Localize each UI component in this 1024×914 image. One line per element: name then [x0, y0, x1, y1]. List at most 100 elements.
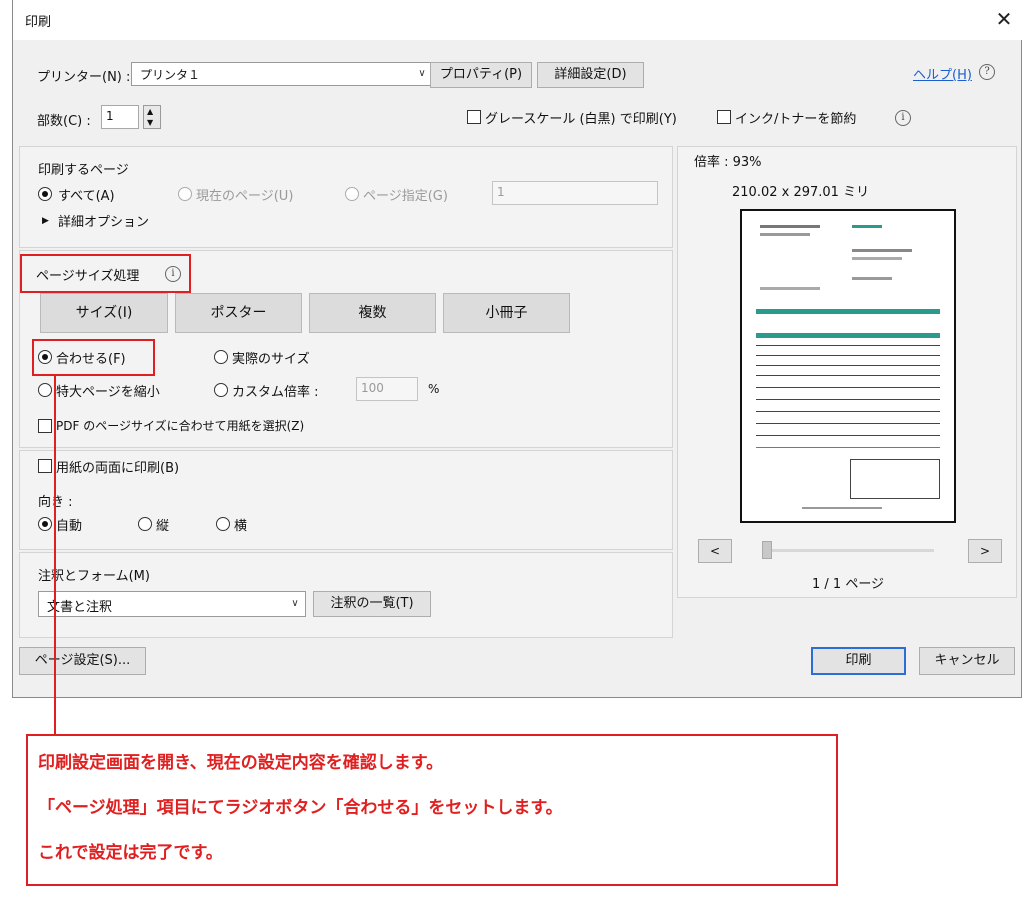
custom-scale-radio[interactable] — [214, 383, 228, 397]
page-slider-thumb[interactable] — [762, 541, 772, 559]
page-setup-button[interactable]: ページ設定(S)... — [19, 647, 146, 675]
tab-multiple[interactable]: 複数 — [309, 293, 436, 333]
preview-text-line — [760, 287, 820, 290]
shrink-radio[interactable] — [38, 383, 52, 397]
printer-select-value: プリンタ１ — [140, 68, 201, 82]
callout-line — [54, 376, 56, 736]
more-options-label[interactable]: 詳細オプション — [58, 211, 149, 230]
info-icon[interactable]: i — [895, 110, 911, 126]
printer-select[interactable]: プリンタ１ ∨ — [131, 62, 433, 86]
preview-row — [756, 345, 940, 346]
chevron-down-icon: ∨ — [291, 598, 299, 609]
custom-scale-input[interactable]: 100 — [356, 377, 418, 401]
cancel-button[interactable]: キャンセル — [919, 647, 1015, 675]
annotation-line-1: 印刷設定画面を開き、現在の設定内容を確認します。 — [38, 753, 444, 773]
tab-booklet[interactable]: 小冊子 — [443, 293, 570, 333]
pages-range-label: ページ指定(G) — [363, 189, 448, 204]
preview-row — [756, 411, 940, 412]
orientation-auto-label: 自動 — [56, 519, 83, 534]
print-dialog: 印刷 ✕ プリンター(N) : プリンタ１ ∨ プロパティ(P) 詳細設定(D)… — [12, 0, 1023, 698]
percent-label: % — [428, 382, 440, 396]
preview-panel: 倍率 : 93% 210.02 x 297.01 ミリ < > 1 / 1 ペー… — [677, 146, 1017, 598]
duplex-checkbox[interactable] — [38, 459, 52, 473]
stepper-down-icon[interactable]: ▼ — [147, 117, 153, 128]
comments-panel: 注釈とフォーム(M) 文書と注釈 ∨ 注釈の一覧(T) — [19, 552, 673, 638]
preview-address-line — [852, 257, 902, 260]
preview-row — [756, 435, 940, 436]
tab-poster[interactable]: ポスター — [175, 293, 302, 333]
pages-range-radio[interactable] — [345, 187, 359, 201]
custom-scale-label: カスタム倍率 : — [232, 385, 319, 400]
orientation-auto-radio[interactable] — [38, 517, 52, 531]
copies-label: 部数(C) : — [37, 114, 91, 129]
annotation-line-2: 「ページ処理」項目にてラジオボタン「合わせる」をセットします。 — [38, 798, 563, 818]
chevron-down-icon: ∨ — [418, 68, 426, 79]
preview-paper-size: 210.02 x 297.01 ミリ — [732, 185, 870, 200]
actual-size-label: 実際のサイズ — [232, 352, 310, 367]
annotation-line-3: これで設定は完了です。 — [38, 843, 223, 863]
preview-table-header — [756, 309, 940, 314]
next-page-button[interactable]: > — [968, 539, 1002, 563]
page-indicator: 1 / 1 ページ — [812, 577, 885, 592]
pdf-paper-checkbox[interactable] — [38, 419, 52, 433]
preview-row — [756, 399, 940, 400]
title-bar: 印刷 ✕ — [13, 0, 1023, 40]
pages-all-label: すべて(A) — [58, 189, 115, 204]
orientation-landscape-radio[interactable] — [216, 517, 230, 531]
preview-total-box — [850, 459, 940, 499]
printer-label: プリンター(N) : — [37, 70, 131, 85]
pages-current-radio[interactable] — [178, 187, 192, 201]
actual-size-radio[interactable] — [214, 350, 228, 364]
preview-row — [756, 375, 940, 376]
ink-save-label: インク/トナーを節約 — [735, 112, 857, 127]
shrink-label: 特大ページを縮小 — [56, 385, 160, 400]
pages-panel: 印刷するページ すべて(A) 現在のページ(U) ページ指定(G) 1 ▶ 詳細… — [19, 146, 673, 248]
stepper-up-icon[interactable]: ▲ — [147, 106, 153, 117]
summarize-comments-button[interactable]: 注釈の一覧(T) — [313, 591, 431, 617]
preview-title-mark — [852, 225, 882, 228]
preview-table-header — [756, 333, 940, 338]
preview-address-line — [852, 277, 892, 280]
preview-row — [756, 355, 940, 356]
orientation-portrait-radio[interactable] — [138, 517, 152, 531]
pdf-paper-label: PDF のページサイズに合わせて用紙を選択(Z) — [56, 419, 305, 433]
print-button[interactable]: 印刷 — [811, 647, 906, 675]
preview-row — [756, 423, 940, 424]
properties-button[interactable]: プロパティ(P) — [430, 62, 532, 88]
orientation-landscape-label: 横 — [234, 519, 248, 534]
comments-select-value: 文書と注釈 — [47, 600, 113, 615]
orientation-portrait-label: 縦 — [156, 519, 170, 534]
window-title: 印刷 — [25, 15, 52, 30]
prev-page-button[interactable]: < — [698, 539, 732, 563]
close-icon[interactable]: ✕ — [991, 6, 1017, 32]
preview-page — [740, 209, 956, 523]
tab-size[interactable]: サイズ(I) — [40, 293, 168, 333]
expand-icon[interactable]: ▶ — [42, 216, 49, 226]
page-slider-track[interactable] — [764, 549, 934, 552]
help-link[interactable]: ヘルプ(H) — [913, 64, 972, 83]
comments-select[interactable]: 文書と注釈 ∨ — [38, 591, 306, 617]
preview-row — [756, 387, 940, 388]
highlight-page-size-title — [20, 254, 191, 293]
grayscale-checkbox[interactable] — [467, 110, 481, 124]
preview-scale: 倍率 : 93% — [694, 155, 762, 170]
preview-footer-line — [802, 507, 882, 509]
copies-stepper[interactable]: ▲ ▼ — [143, 105, 161, 129]
preview-header-line — [760, 225, 820, 228]
copies-input[interactable]: 1 — [101, 105, 139, 129]
preview-address-line — [852, 249, 912, 252]
preview-header-line — [760, 233, 810, 236]
ink-save-checkbox[interactable] — [717, 110, 731, 124]
highlight-fit-option — [32, 339, 155, 376]
help-icon[interactable]: ? — [979, 64, 995, 80]
duplex-label: 用紙の両面に印刷(B) — [56, 461, 180, 476]
preview-row — [756, 447, 940, 448]
preview-row — [756, 365, 940, 366]
grayscale-label: グレースケール (白黒) で印刷(Y) — [485, 112, 677, 127]
pages-section-title: 印刷するページ — [38, 163, 129, 178]
pages-all-radio[interactable] — [38, 187, 52, 201]
pages-current-label: 現在のページ(U) — [196, 189, 294, 204]
advanced-settings-button[interactable]: 詳細設定(D) — [537, 62, 644, 88]
duplex-panel: 用紙の両面に印刷(B) 向き : 自動 縦 横 — [19, 450, 673, 550]
page-range-input[interactable]: 1 — [492, 181, 658, 205]
